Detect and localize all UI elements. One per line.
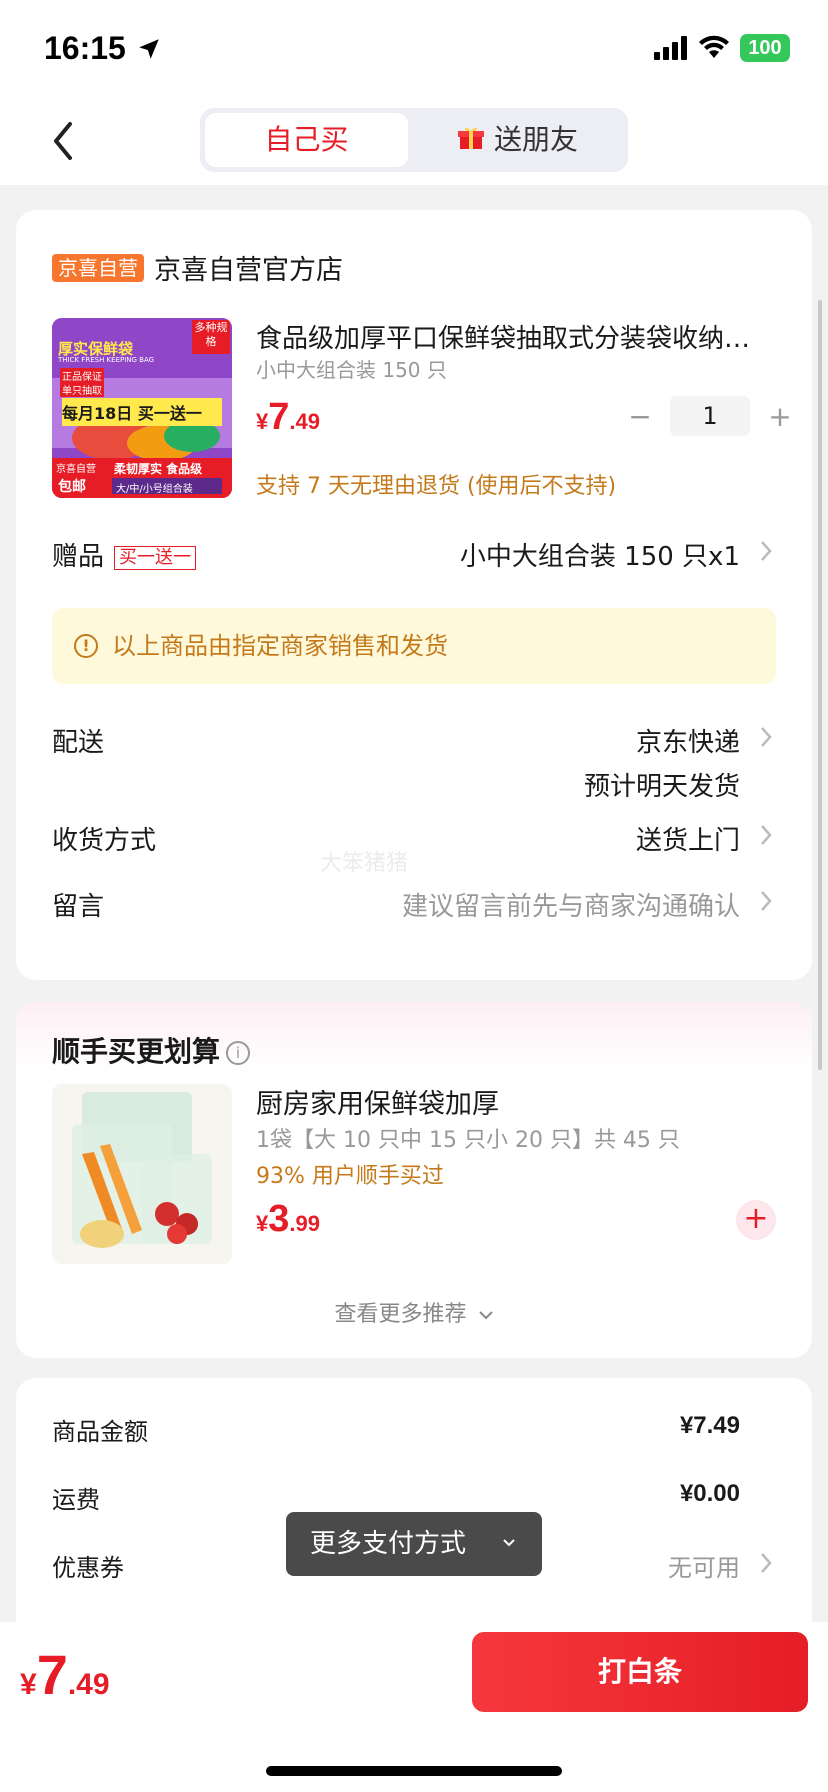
- thumb-bullet-1: 正品保证: [60, 368, 104, 383]
- thumb-free-ship: 包邮: [58, 479, 86, 495]
- shop-header[interactable]: 京喜自营 京喜自营官方店: [52, 248, 343, 287]
- info-icon[interactable]: i: [226, 1041, 251, 1065]
- thumb-badge: 多种规格: [194, 321, 228, 348]
- status-bar: 16:15 100: [0, 0, 828, 100]
- message-label: 留言: [52, 892, 105, 922]
- chevron-right-icon: [761, 825, 772, 845]
- message-input[interactable]: 建议留言前先与商家沟通确认: [402, 886, 740, 923]
- shipping-fee-value: ¥0.00: [679, 1480, 740, 1507]
- return-policy: 支持 7 天无理由退货 (使用后不支持): [256, 474, 617, 499]
- thumb-promo: 每月18日 买一送一: [62, 404, 202, 423]
- price-currency: ¥: [256, 409, 269, 434]
- delivery-label: 配送: [52, 728, 105, 758]
- goods-amount-value: ¥7.49: [679, 1412, 740, 1439]
- see-more-label: 查看更多推荐: [334, 1302, 467, 1327]
- thumb-feature: 柔韧厚实 食品级: [114, 462, 203, 476]
- recommend-card: 顺手买更划算 i 厨房家用保鲜袋加厚 1袋【大 10 只中 15 只小 20 只】…: [16, 1002, 812, 1358]
- delivery-eta: 预计明天发货: [583, 772, 740, 802]
- shop-tag: 京喜自营: [52, 253, 144, 282]
- chevron-down-icon: [503, 1539, 515, 1547]
- thumb-bullet-2: 单只抽取: [60, 382, 104, 397]
- receive-method-label: 收货方式: [52, 826, 157, 856]
- back-arrow-icon[interactable]: [44, 116, 84, 166]
- order-card: 京喜自营 京喜自营官方店 厚实保鲜袋 THICK FRESH KEEPING B…: [16, 210, 812, 980]
- scrollbar[interactable]: [818, 300, 822, 1070]
- chevron-right-icon: [761, 727, 772, 747]
- tab-buy-for-self[interactable]: 自己买: [205, 113, 408, 167]
- checkout-bar: ¥7.49 打白条: [0, 1622, 828, 1792]
- seller-notice-text: 以上商品由指定商家销售和发货: [112, 632, 448, 660]
- price-int: 3: [268, 1198, 290, 1240]
- home-indicator[interactable]: [266, 1766, 562, 1776]
- gift-label: 赠品: [52, 542, 105, 572]
- info-icon: !: [74, 634, 98, 658]
- quantity-stepper: − 1 +: [620, 396, 800, 436]
- recommend-title: 顺手买更划算: [52, 1035, 221, 1068]
- chevron-right-icon: [761, 891, 772, 911]
- price-currency: ¥: [20, 1668, 37, 1701]
- product-price: ¥7.49: [256, 396, 320, 439]
- recommend-header: 顺手买更划算 i: [52, 1030, 251, 1070]
- watermark: 大笨猪猪: [320, 851, 409, 876]
- shipping-fee-label: 运费: [52, 1486, 100, 1514]
- add-to-order-button[interactable]: +: [736, 1200, 776, 1240]
- pay-baitiao-button[interactable]: 打白条: [472, 1632, 808, 1712]
- product-spec: 小中大组合装 150 只: [256, 358, 447, 382]
- gift-value: 小中大组合装 150 只x1: [459, 542, 740, 572]
- price-dec: .99: [289, 1211, 320, 1236]
- total-price: ¥7.49: [20, 1642, 110, 1707]
- increase-button[interactable]: +: [760, 400, 800, 433]
- price-int: 7: [268, 396, 290, 438]
- chevron-down-icon: [478, 1311, 493, 1320]
- thumb-sub: THICK FRESH KEEPING BAG: [58, 356, 155, 364]
- buy-mode-switch: 自己买 送朋友: [200, 108, 628, 172]
- price-dec: .49: [67, 1668, 110, 1701]
- product-thumbnail[interactable]: 厚实保鲜袋 THICK FRESH KEEPING BAG 多种规格 正品保证 …: [52, 318, 232, 498]
- more-payment-label: 更多支付方式: [310, 1529, 467, 1559]
- top-nav: 自己买 送朋友: [0, 100, 828, 185]
- chevron-right-icon: [761, 541, 772, 561]
- thumb-tag-jx: 京喜自营: [56, 464, 96, 475]
- cellular-signal-icon: [654, 36, 687, 60]
- coupon-label: 优惠券: [52, 1554, 124, 1582]
- product-title[interactable]: 食品级加厚平口保鲜袋抽取式分装袋收纳…: [256, 318, 776, 355]
- gift-icon: [457, 127, 484, 149]
- chevron-right-icon: [761, 1553, 772, 1573]
- price-currency: ¥: [256, 1211, 269, 1236]
- delivery-row[interactable]: 配送 京东快递 预计明天发货: [52, 722, 776, 802]
- recommend-bought-rate: 93% 用户顺手买过: [256, 1164, 444, 1189]
- thumb-sizes: 大/中/小号组合装: [116, 484, 193, 495]
- more-payment-methods-button[interactable]: 更多支付方式: [286, 1512, 542, 1576]
- coupon-value: 无可用: [668, 1554, 740, 1582]
- decrease-button[interactable]: −: [620, 400, 660, 433]
- tab-send-to-friend[interactable]: 送朋友: [412, 113, 624, 167]
- price-int: 7: [36, 1643, 68, 1706]
- battery-indicator: 100: [740, 34, 790, 62]
- recommend-image: [52, 1084, 232, 1264]
- recommend-product-title[interactable]: 厨房家用保鲜袋加厚: [256, 1082, 499, 1121]
- quantity-field[interactable]: 1: [670, 396, 750, 436]
- receive-method-value: 送货上门: [635, 826, 740, 856]
- shop-name: 京喜自营官方店: [154, 255, 343, 286]
- price-dec: .49: [289, 409, 320, 434]
- see-more-recommend[interactable]: 查看更多推荐: [16, 1296, 812, 1328]
- recommend-thumbnail[interactable]: [52, 1084, 232, 1264]
- goods-amount-label: 商品金额: [52, 1418, 148, 1446]
- status-time: 16:15: [44, 30, 126, 66]
- wifi-icon: [699, 35, 729, 58]
- recommend-product-spec: 1袋【大 10 只中 15 只小 20 只】共 45 只: [256, 1128, 680, 1153]
- recommend-price: ¥3.99: [256, 1198, 320, 1241]
- gift-promo-tag: 买一送一: [114, 545, 197, 570]
- tab-send-to-friend-label: 送朋友: [493, 123, 578, 156]
- location-arrow-icon: [139, 39, 159, 59]
- delivery-carrier: 京东快递: [635, 728, 740, 758]
- seller-notice: ! 以上商品由指定商家销售和发货: [52, 608, 776, 684]
